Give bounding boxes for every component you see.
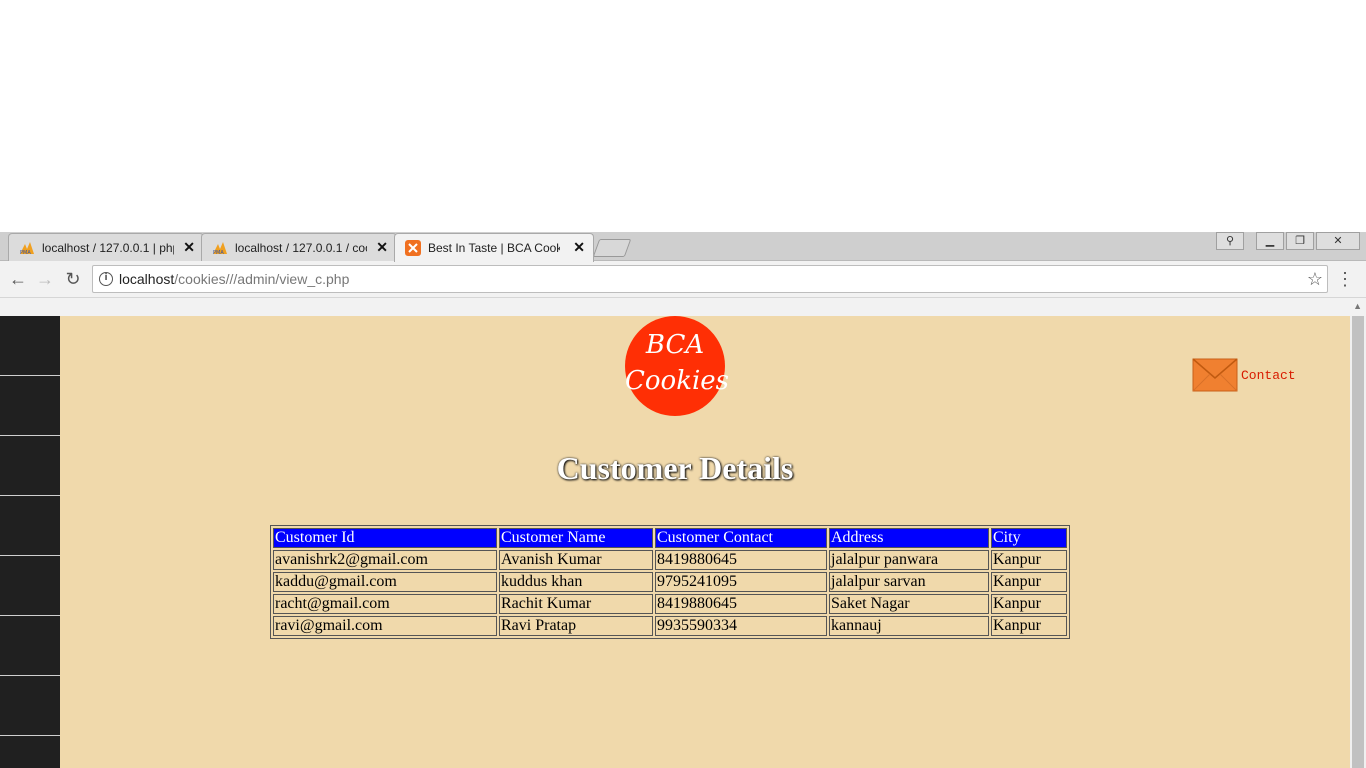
browser-toolbar: ← → ↻ i localhost/cookies///admin/view_c… [0,261,1366,297]
cell-customer-name: kuddus khan [499,572,653,592]
sidebar-item[interactable] [0,556,60,616]
url-path: /cookies///admin/view_c.php [174,271,350,287]
cell-address: jalalpur sarvan [829,572,989,592]
column-header: Address [829,528,989,548]
url-text: localhost/cookies///admin/view_c.php [119,271,349,287]
close-tab-icon[interactable]: ✕ [376,239,388,255]
back-arrow-icon[interactable]: ← [8,269,28,289]
table-row: kaddu@gmail.com kuddus khan 9795241095 j… [273,572,1067,592]
tab-best-in-taste[interactable]: Best In Taste | BCA Cookies ✕ [394,233,594,262]
logo-line-2: Cookies [625,366,729,396]
customer-table: Customer Id Customer Name Customer Conta… [270,525,1070,639]
logo-line-1: BCA [645,330,705,360]
scrollbar-thumb[interactable] [1352,316,1364,768]
cell-address: jalalpur panwara [829,550,989,570]
toolbar-bottom: ▲ [0,297,1366,316]
tab-strip: PMA localhost / 127.0.0.1 | phpMyAdmin ✕… [0,232,1366,262]
column-header: Customer Id [273,528,497,548]
phpmyadmin-icon: PMA [213,242,227,255]
blank-area [0,0,1366,232]
cell-customer-id: racht@gmail.com [273,594,497,614]
contact-label: Contact [1241,367,1296,383]
close-tab-icon[interactable]: ✕ [573,239,585,255]
sidebar-item[interactable] [0,616,60,676]
cell-customer-contact: 8419880645 [655,594,827,614]
site-logo[interactable]: BCA Cookies [625,316,729,416]
close-tab-icon[interactable]: ✕ [183,239,195,255]
vertical-scrollbar[interactable] [1350,316,1366,768]
reload-icon[interactable]: ↻ [63,269,83,289]
info-icon[interactable]: i [99,272,113,286]
cell-customer-id: kaddu@gmail.com [273,572,497,592]
envelope-icon [1192,358,1238,392]
scroll-up-arrow-icon[interactable]: ▲ [1353,301,1362,311]
page-title: Customer Details [556,450,794,486]
cell-city: Kanpur [991,572,1067,592]
cell-city: Kanpur [991,594,1067,614]
menu-dots-icon[interactable]: ⋮ [1336,269,1354,289]
tab-title: localhost / 127.0.0.1 / cookies [235,241,367,255]
minimize-button[interactable]: ▁ [1256,232,1284,250]
cell-address: Saket Nagar [829,594,989,614]
cell-city: Kanpur [991,550,1067,570]
sidebar-item[interactable] [0,676,60,736]
bookmark-star-icon[interactable]: ☆ [1307,269,1323,289]
tab-title: Best In Taste | BCA Cookies [428,241,560,255]
new-tab-button[interactable] [592,239,632,257]
address-bar[interactable]: i localhost/cookies///admin/view_c.php ☆ [92,265,1328,293]
cell-customer-id: avanishrk2@gmail.com [273,550,497,570]
tab-phpmyadmin-1[interactable]: PMA localhost / 127.0.0.1 | phpMyAdmin ✕ [8,233,204,261]
tab-phpmyadmin-2[interactable]: PMA localhost / 127.0.0.1 / cookies ✕ [201,233,397,261]
column-header: Customer Contact [655,528,827,548]
svg-text:PMA: PMA [213,250,224,255]
cell-customer-id: ravi@gmail.com [273,616,497,636]
cell-customer-name: Rachit Kumar [499,594,653,614]
sidebar-item[interactable] [0,316,60,376]
cell-address: kannauj [829,616,989,636]
xampp-icon [405,240,421,256]
cell-customer-contact: 9935590334 [655,616,827,636]
sidebar-item[interactable] [0,376,60,436]
tab-title: localhost / 127.0.0.1 | phpMyAdmin [42,241,174,255]
table-row: avanishrk2@gmail.com Avanish Kumar 84198… [273,550,1067,570]
forward-arrow-icon[interactable]: → [35,269,55,289]
sidebar [0,316,60,768]
phpmyadmin-icon: PMA [20,242,34,255]
sidebar-item[interactable] [0,496,60,556]
column-header: City [991,528,1067,548]
column-header: Customer Name [499,528,653,548]
close-window-button[interactable]: ✕ [1316,232,1360,250]
url-host: localhost [119,271,175,287]
table-row: racht@gmail.com Rachit Kumar 8419880645 … [273,594,1067,614]
window-controls: ⚲ ▁ ❐ ✕ [1214,232,1360,250]
cell-customer-name: Avanish Kumar [499,550,653,570]
table-row: ravi@gmail.com Ravi Pratap 9935590334 ka… [273,616,1067,636]
cell-customer-contact: 9795241095 [655,572,827,592]
contact-link[interactable]: Contact [1192,358,1296,392]
svg-text:PMA: PMA [20,250,31,255]
restore-button[interactable]: ❐ [1286,232,1314,250]
page-viewport: BCA Cookies Contact Customer Details Cus… [0,316,1350,768]
cell-city: Kanpur [991,616,1067,636]
cell-customer-contact: 8419880645 [655,550,827,570]
profile-icon[interactable]: ⚲ [1216,232,1244,250]
table-header-row: Customer Id Customer Name Customer Conta… [273,528,1067,548]
cell-customer-name: Ravi Pratap [499,616,653,636]
